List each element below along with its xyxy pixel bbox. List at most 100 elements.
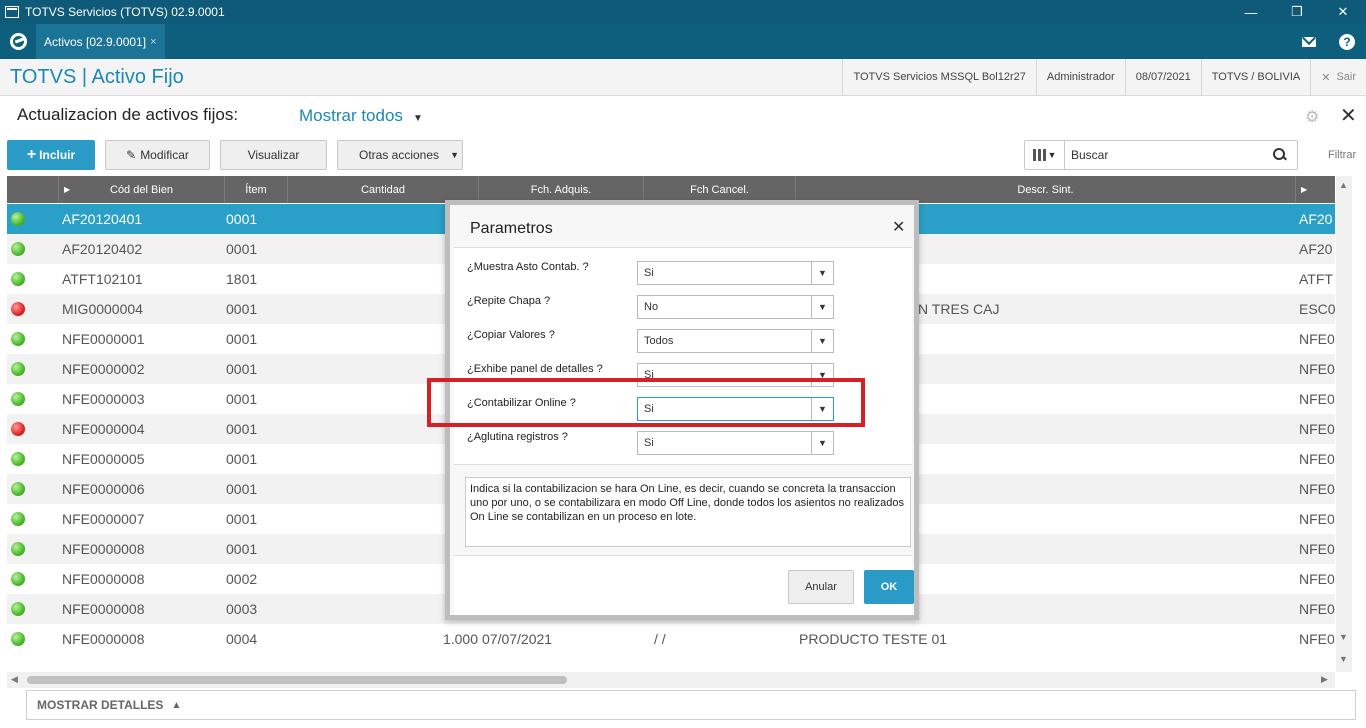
param-select-copiar[interactable]: Todos ▼: [637, 329, 834, 353]
cell-code: MIG0000004: [62, 301, 143, 317]
cell-code: NFE0000008: [62, 541, 145, 557]
filter-link[interactable]: Filtrar: [1328, 149, 1356, 161]
column-selector[interactable]: ▼: [1025, 141, 1065, 169]
help-icon[interactable]: ?: [1328, 24, 1366, 59]
param-select-chapa[interactable]: No ▼: [637, 295, 834, 319]
scroll-end-icon[interactable]: ▼: [1339, 654, 1348, 664]
column-header-cancel-date[interactable]: Fch Cancel.: [644, 176, 796, 203]
param-select-asto[interactable]: Si ▼: [637, 261, 834, 285]
status-light-icon: [11, 632, 25, 646]
include-button[interactable]: + Incluir: [7, 140, 95, 170]
cell-extra: NFE0: [1299, 391, 1335, 407]
column-header-acq-date[interactable]: Fch. Adquis.: [479, 176, 644, 203]
cell-item: 0001: [226, 301, 258, 317]
date-label: 08/07/2021: [1124, 58, 1201, 96]
user-label: Administrador: [1035, 58, 1125, 96]
cell-extra: ATFT: [1299, 271, 1333, 287]
chevron-down-icon: ▼: [811, 330, 833, 352]
view-selector[interactable]: Mostrar todos ▼: [299, 106, 423, 126]
cell-code: NFE0000002: [62, 361, 145, 377]
status-light-icon: [11, 572, 25, 586]
cell-extra: NFE0: [1299, 481, 1335, 497]
view-selector-label: Mostrar todos: [299, 106, 403, 125]
column-header-item[interactable]: Ítem: [225, 176, 288, 203]
status-light-icon: [11, 482, 25, 496]
restore-button[interactable]: ❐: [1274, 0, 1320, 24]
minimize-button[interactable]: —: [1228, 0, 1274, 24]
param-select-aglutina[interactable]: Si ▼: [637, 431, 834, 455]
cell-item: 0001: [226, 331, 258, 347]
app-title: TOTVS | Activo Fijo: [10, 65, 184, 88]
scroll-right-icon[interactable]: ▶: [1321, 674, 1328, 685]
dialog-params: ¿Muestra Asto Contab. ? Si ▼ ¿Repite Chap…: [454, 247, 912, 465]
column-header-quantity[interactable]: Cantidad: [288, 176, 479, 203]
view-button[interactable]: Visualizar: [220, 140, 327, 170]
search-box[interactable]: ▼ Buscar: [1024, 140, 1298, 170]
cell-code: NFE0000008: [62, 601, 145, 617]
status-light-icon: [11, 212, 25, 226]
cell-item: 1801: [226, 271, 258, 287]
param-label: ¿Copiar Valores ?: [467, 329, 555, 341]
cell-code: NFE0000008: [62, 631, 145, 647]
param-help-text: Indica si la contabilizacion se hara On …: [465, 477, 911, 547]
exit-label: Sair: [1336, 71, 1356, 83]
cell-code: NFE0000006: [62, 481, 145, 497]
scroll-left-icon[interactable]: ◀: [11, 674, 18, 685]
status-light-icon: [11, 512, 25, 526]
totvs-logo-icon[interactable]: [0, 24, 36, 59]
cell-extra: NFE0: [1299, 361, 1335, 377]
cancel-button[interactable]: Anular: [788, 570, 854, 604]
app-header: TOTVS | Activo Fijo TOTVS Servicios MSSQ…: [0, 58, 1366, 96]
cell-extra: NFE0: [1299, 331, 1335, 347]
cell-extra: ESC0: [1299, 301, 1335, 317]
modify-button[interactable]: ✎ Modificar: [105, 140, 210, 170]
status-light-icon: [11, 302, 25, 316]
column-header-description[interactable]: Descr. Sint.: [796, 176, 1296, 203]
search-input[interactable]: Buscar: [1065, 148, 1273, 162]
gear-icon[interactable]: ⚙: [1305, 107, 1321, 126]
cell-item: 0002: [226, 571, 258, 587]
cell-item: 0001: [226, 391, 258, 407]
cell-extra: NFE0: [1299, 601, 1335, 617]
vertical-scrollbar[interactable]: ▲ ▼ ▼: [1336, 176, 1352, 672]
table-row[interactable]: NFE0000008 0004 1.000 07/07/2021 / / PRODUCTO…: [7, 624, 1335, 654]
dialog-close-icon[interactable]: ✕: [892, 217, 905, 237]
tab-activos-label: Activos [02.9.0001]: [44, 34, 147, 49]
chevron-down-icon: ▼: [811, 296, 833, 318]
cell-item: 0001: [226, 481, 258, 497]
cell-code: ATFT102101: [62, 271, 143, 287]
sort-arrow-icon: ▶: [1301, 185, 1308, 194]
cell-code: AF20120401: [62, 211, 143, 227]
show-details-button[interactable]: MOSTRAR DETALLES ▲: [26, 690, 1356, 720]
scroll-thumb[interactable]: [27, 676, 567, 684]
ok-button[interactable]: OK: [864, 570, 914, 604]
scroll-down-icon[interactable]: ▼: [1339, 632, 1348, 642]
close-icon: ✕: [1321, 71, 1331, 84]
status-light-icon: [11, 272, 25, 286]
cell-extra: NFE0: [1299, 451, 1335, 467]
search-icon[interactable]: [1273, 148, 1287, 162]
status-light-icon: [11, 542, 25, 556]
close-window-button[interactable]: ✕: [1320, 0, 1366, 24]
tab-activos[interactable]: Activos [02.9.0001] ×: [36, 24, 165, 59]
grid-header: ▶ Cód del Bien Ítem Cantidad Fch. Adquis.…: [7, 176, 1335, 203]
tab-close-icon[interactable]: ×: [150, 36, 156, 48]
column-header-code[interactable]: ▶ Cód del Bien: [59, 176, 225, 203]
exit-button[interactable]: ✕ Sair: [1310, 58, 1366, 96]
param-label: ¿Repite Chapa ?: [467, 295, 551, 307]
param-label: ¿Muestra Asto Contab. ?: [467, 261, 589, 273]
param-label: ¿Exhibe panel de detalles ?: [467, 363, 603, 375]
cell-code: NFE0000005: [62, 451, 145, 467]
cell-item: 0001: [226, 511, 258, 527]
mail-icon[interactable]: [1290, 24, 1328, 59]
scroll-up-icon[interactable]: ▲: [1339, 180, 1348, 190]
column-header-next[interactable]: ▶: [1296, 176, 1335, 203]
close-page-icon[interactable]: ✕: [1340, 103, 1357, 128]
company-label: TOTVS / BOLIVIA: [1200, 58, 1310, 96]
other-actions-button[interactable]: Otras acciones ▼: [337, 140, 463, 170]
cell-code: NFE0000003: [62, 391, 145, 407]
cell-date: 07/07/2021: [482, 631, 553, 647]
tab-bar: Activos [02.9.0001] × ?: [0, 24, 1366, 59]
horizontal-scrollbar[interactable]: ◀ ▶: [7, 672, 1335, 688]
status-column-header: [7, 176, 59, 203]
